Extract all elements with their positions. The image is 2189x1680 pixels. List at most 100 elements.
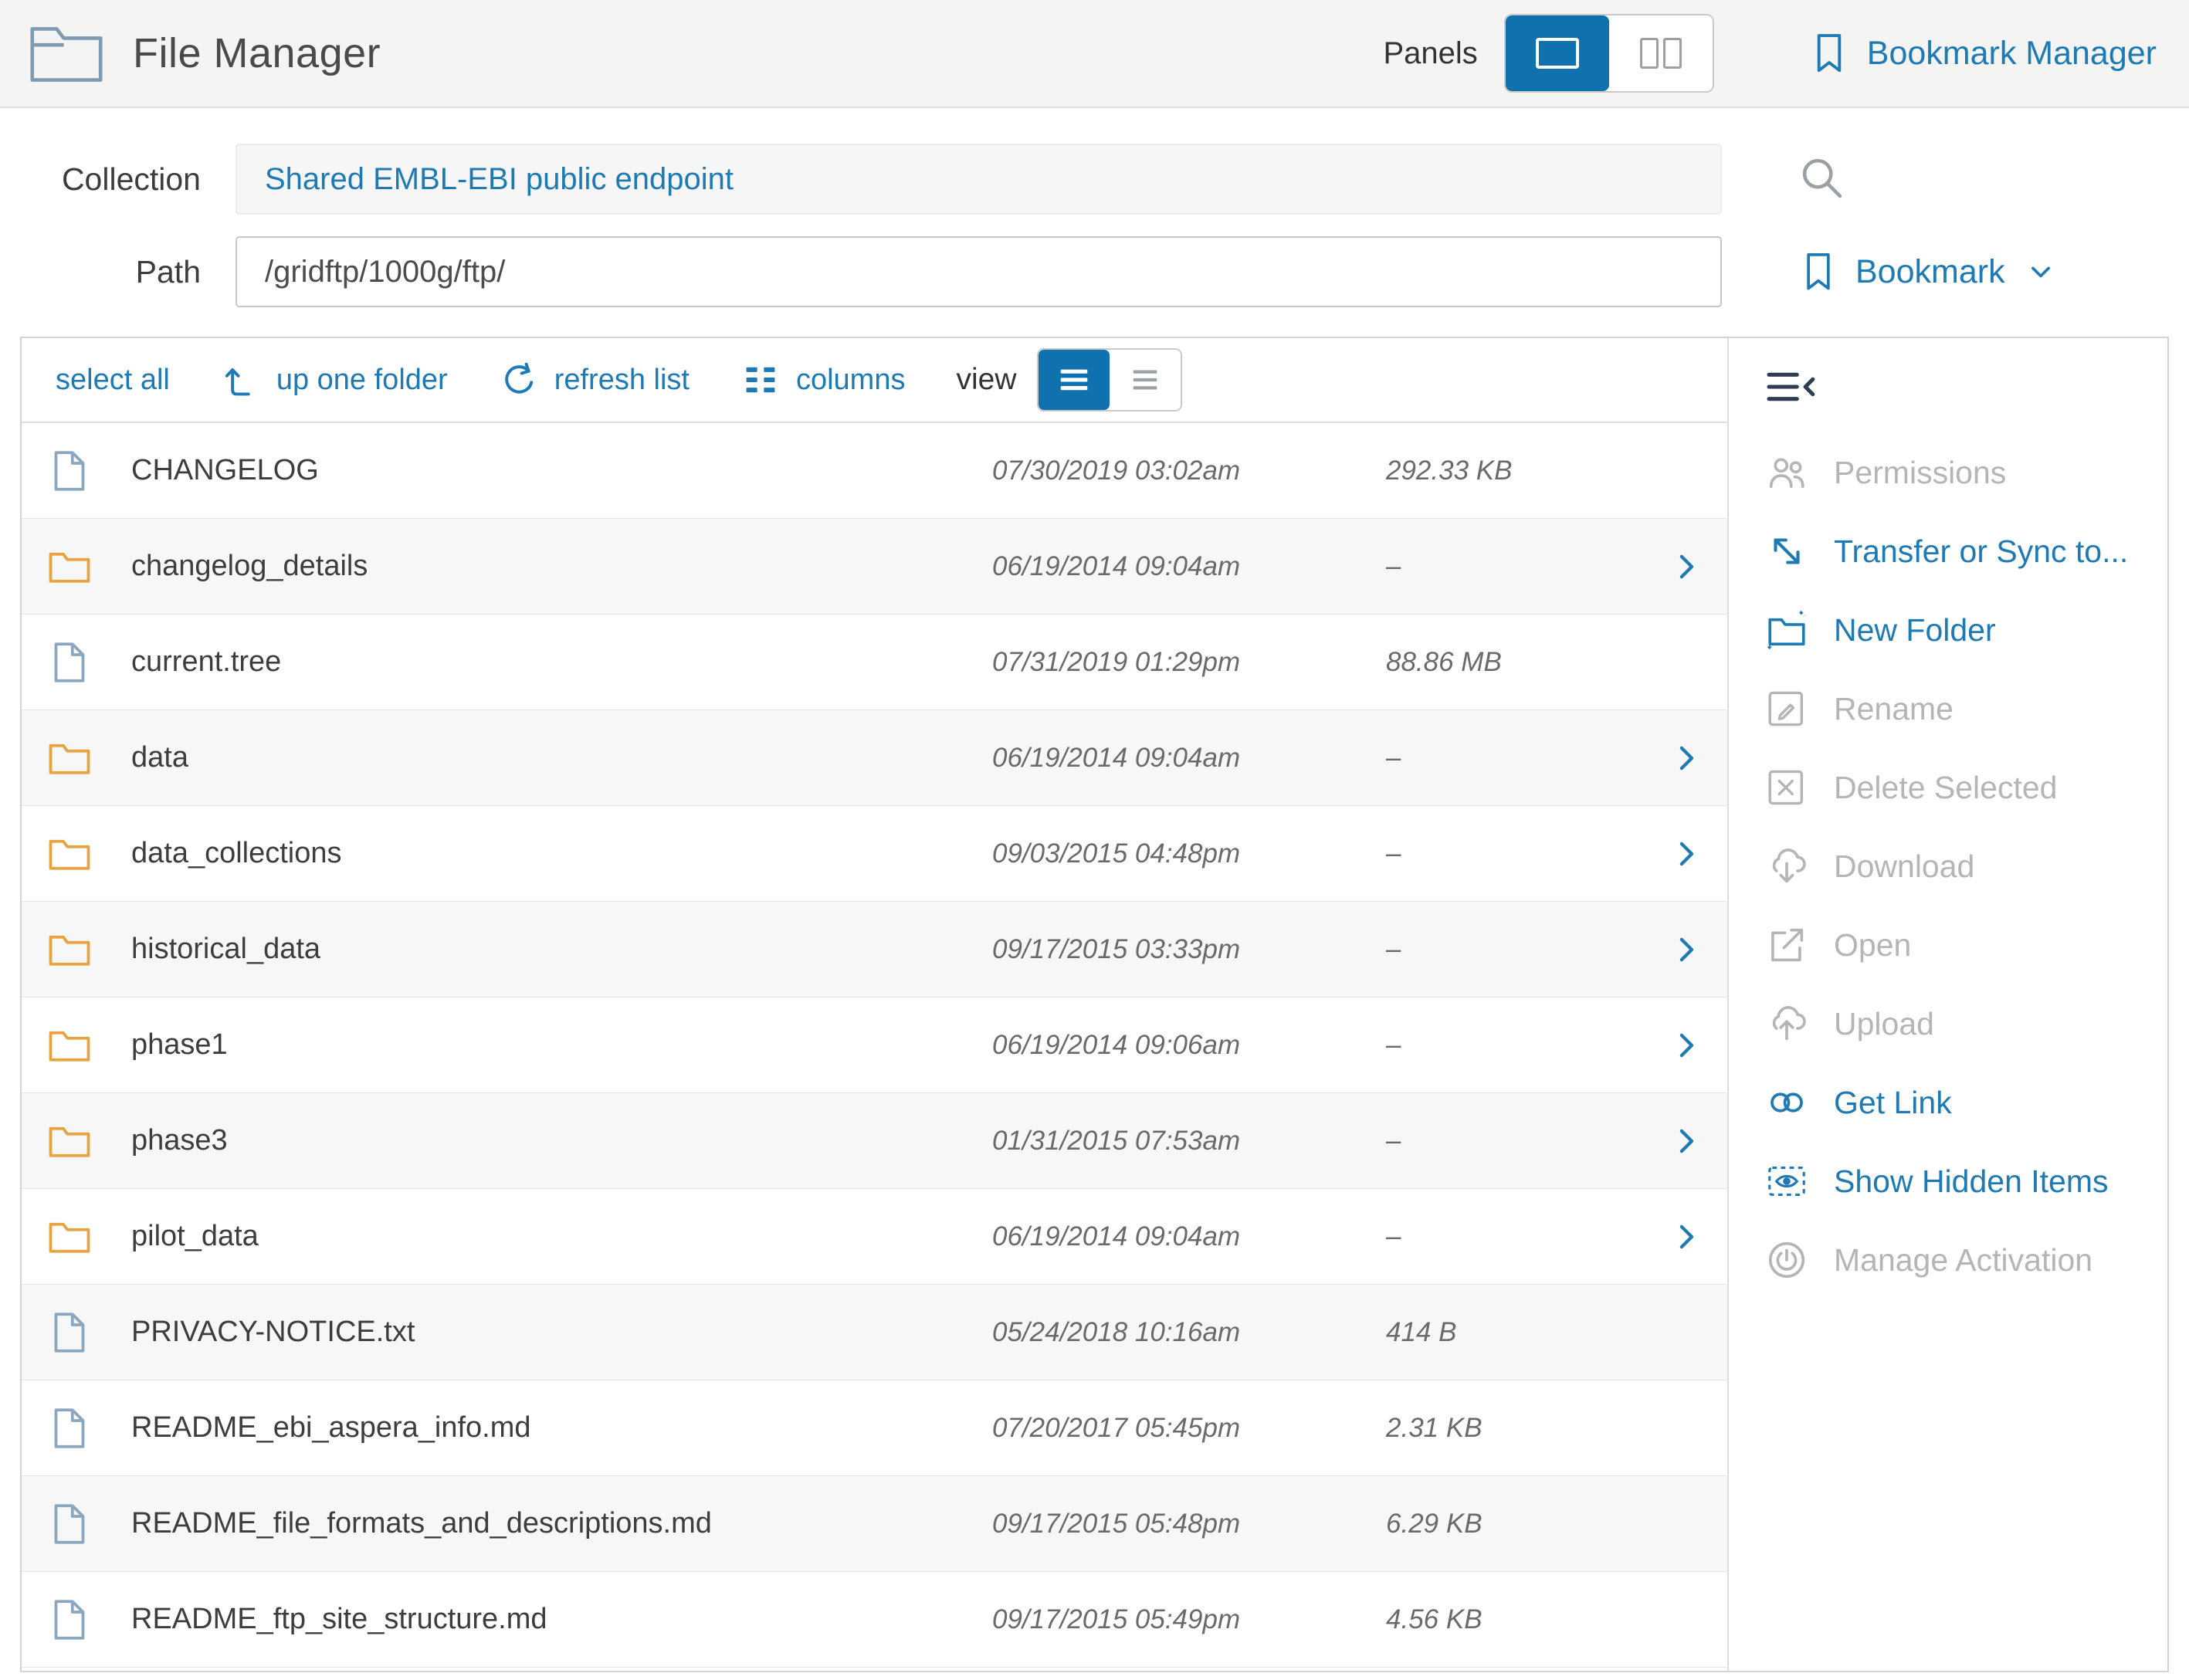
- single-panel-icon: [1536, 38, 1579, 69]
- columns-icon: [740, 360, 781, 400]
- folder-icon: [46, 1022, 97, 1069]
- select-all-button[interactable]: select all: [56, 364, 170, 397]
- file-name: phase3: [131, 1124, 992, 1157]
- table-row[interactable]: phase3 01/31/2015 07:53am –: [22, 1093, 1727, 1189]
- collection-input[interactable]: [236, 144, 1722, 215]
- action-permissions[interactable]: Permissions: [1729, 433, 2167, 512]
- bookmark-manager-link[interactable]: Bookmark Manager: [1807, 31, 2157, 76]
- chevron-right-icon[interactable]: [1656, 1125, 1703, 1157]
- collapse-sidebar-button[interactable]: [1763, 364, 1820, 412]
- action-label: Open: [1834, 927, 1911, 964]
- file-icon: [46, 1309, 97, 1356]
- file-name: README_file_formats_and_descriptions.md: [131, 1507, 992, 1540]
- path-label: Path: [31, 254, 201, 290]
- folder-icon: [46, 1214, 97, 1260]
- list-view-button[interactable]: [1039, 350, 1110, 410]
- delete-icon: [1763, 764, 1811, 811]
- action-get-link[interactable]: Get Link: [1729, 1063, 2167, 1142]
- file-date: 09/03/2015 04:48pm: [992, 838, 1386, 869]
- file-browser-pane: select all up one folder refresh list co…: [22, 338, 1727, 1671]
- chevron-right-icon[interactable]: [1656, 838, 1703, 870]
- file-size: –: [1386, 1030, 1656, 1061]
- file-name: changelog_details: [131, 550, 992, 583]
- table-row[interactable]: changelog_details 06/19/2014 09:04am –: [22, 519, 1727, 615]
- up-one-folder-icon: [221, 360, 261, 400]
- action-show-hidden-items[interactable]: Show Hidden Items: [1729, 1142, 2167, 1221]
- file-size: 414 B: [1386, 1317, 1656, 1348]
- open-icon: [1763, 921, 1811, 969]
- chevron-right-icon[interactable]: [1656, 933, 1703, 966]
- dual-panel-button[interactable]: [1609, 15, 1713, 91]
- table-row[interactable]: data 06/19/2014 09:04am –: [22, 710, 1727, 806]
- action-open[interactable]: Open: [1729, 906, 2167, 984]
- action-label: Transfer or Sync to...: [1834, 533, 2128, 570]
- file-name: pilot_data: [131, 1220, 992, 1253]
- chevron-right-icon[interactable]: [1656, 742, 1703, 774]
- action-label: Upload: [1834, 1006, 1934, 1042]
- table-row[interactable]: historical_data 09/17/2015 03:33pm –: [22, 902, 1727, 998]
- download-icon: [1763, 842, 1811, 890]
- file-date: 01/31/2015 07:53am: [992, 1126, 1386, 1157]
- action-new-folder[interactable]: New Folder: [1729, 591, 2167, 669]
- file-manager-panel: select all up one folder refresh list co…: [20, 337, 2169, 1672]
- table-row[interactable]: PRIVACY-NOTICE.txt 05/24/2018 10:16am 41…: [22, 1285, 1727, 1380]
- action-transfer-or-sync-to[interactable]: Transfer or Sync to...: [1729, 512, 2167, 591]
- chevron-right-icon[interactable]: [1656, 1221, 1703, 1253]
- file-size: –: [1386, 1126, 1656, 1157]
- action-download[interactable]: Download: [1729, 827, 2167, 906]
- chevron-right-icon[interactable]: [1656, 1029, 1703, 1062]
- select-all-label: select all: [56, 364, 170, 397]
- action-label: Delete Selected: [1834, 770, 2057, 806]
- table-row[interactable]: CHANGELOG 07/30/2019 03:02am 292.33 KB: [22, 423, 1727, 519]
- manage-activation-icon: [1763, 1236, 1811, 1284]
- action-menu: Permissions Transfer or Sync to... New F…: [1729, 433, 2167, 1299]
- file-size: –: [1386, 551, 1656, 582]
- file-manager-logo-icon: [28, 20, 105, 86]
- file-size: –: [1386, 743, 1656, 774]
- folder-icon: [46, 831, 97, 877]
- file-icon: [46, 1405, 97, 1451]
- permissions-icon: [1763, 449, 1811, 496]
- search-icon[interactable]: [1797, 153, 1846, 206]
- file-size: –: [1386, 934, 1656, 965]
- table-row[interactable]: data_collections 09/03/2015 04:48pm –: [22, 806, 1727, 902]
- action-delete-selected[interactable]: Delete Selected: [1729, 748, 2167, 827]
- get-link-icon: [1763, 1079, 1811, 1126]
- upload-icon: [1763, 1000, 1811, 1048]
- action-manage-activation[interactable]: Manage Activation: [1729, 1221, 2167, 1299]
- file-size: 88.86 MB: [1386, 647, 1656, 678]
- table-row[interactable]: pilot_data 06/19/2014 09:04am –: [22, 1189, 1727, 1285]
- compact-view-button[interactable]: [1110, 350, 1181, 410]
- dual-panel-icon: [1640, 38, 1682, 69]
- bookmark-manager-label: Bookmark Manager: [1867, 35, 2157, 73]
- single-panel-button[interactable]: [1506, 15, 1609, 91]
- refresh-list-button[interactable]: refresh list: [499, 360, 690, 400]
- file-size: 292.33 KB: [1386, 456, 1656, 486]
- table-row[interactable]: current.tree 07/31/2019 01:29pm 88.86 MB: [22, 615, 1727, 710]
- action-label: New Folder: [1834, 612, 1996, 649]
- actions-sidebar: Permissions Transfer or Sync to... New F…: [1727, 338, 2167, 1671]
- file-name: README_ebi_aspera_info.md: [131, 1411, 992, 1445]
- bookmark-label: Bookmark: [1855, 253, 2005, 291]
- table-row[interactable]: README_ebi_aspera_info.md 07/20/2017 05:…: [22, 1380, 1727, 1476]
- folder-icon: [46, 926, 97, 973]
- action-upload[interactable]: Upload: [1729, 984, 2167, 1063]
- action-rename[interactable]: Rename: [1729, 669, 2167, 748]
- table-row[interactable]: README_file_formats_and_descriptions.md …: [22, 1476, 1727, 1572]
- path-input[interactable]: [236, 236, 1722, 307]
- file-name: historical_data: [131, 933, 992, 966]
- file-name: data_collections: [131, 837, 992, 870]
- chevron-right-icon[interactable]: [1656, 550, 1703, 583]
- up-one-folder-button[interactable]: up one folder: [221, 360, 448, 400]
- table-row[interactable]: phase1 06/19/2014 09:06am –: [22, 998, 1727, 1093]
- file-size: –: [1386, 1221, 1656, 1252]
- bookmark-icon: [1797, 250, 1840, 293]
- columns-button[interactable]: columns: [740, 360, 906, 400]
- search-area: [1757, 153, 2158, 206]
- action-label: Download: [1834, 848, 1974, 885]
- refresh-icon: [499, 360, 539, 400]
- table-row[interactable]: README_ftp_site_structure.md 09/17/2015 …: [22, 1572, 1727, 1668]
- panel-toggle-group: [1504, 14, 1714, 93]
- bookmark-dropdown[interactable]: Bookmark: [1757, 250, 2158, 293]
- action-label: Rename: [1834, 691, 1953, 727]
